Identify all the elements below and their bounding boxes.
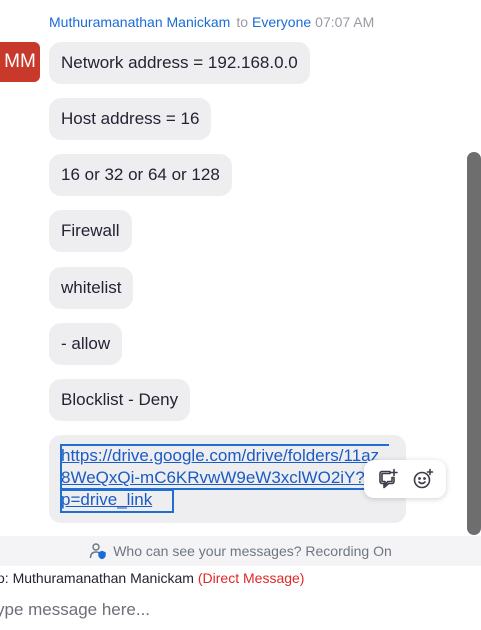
to-word: to: [236, 14, 248, 30]
recipient-name[interactable]: Everyone: [252, 14, 311, 30]
avatar[interactable]: MM: [0, 42, 40, 82]
message-bubble[interactable]: 16 or 32 or 64 or 128: [49, 154, 232, 196]
recipient-line: o: Muthuramanathan Manickam (Direct Messa…: [0, 570, 304, 586]
message-bubble[interactable]: - allow: [49, 323, 123, 365]
message-header: Muthuramanathan Manickam to Everyone 07:07 …: [49, 14, 374, 30]
chat-scrollbar[interactable]: [467, 152, 481, 535]
to-recipient[interactable]: Muthuramanathan Manickam: [13, 570, 194, 586]
privacy-bar[interactable]: Who can see your messages? Recording On: [0, 536, 481, 566]
chat-area: Muthuramanathan Manickam to Everyone 07:07 …: [0, 0, 481, 536]
user-privacy-icon: [89, 542, 107, 560]
message-bubble[interactable]: Host address = 16: [49, 98, 212, 140]
message-hover-actions: [364, 460, 446, 498]
direct-message-label: (Direct Message): [197, 570, 305, 586]
message-input[interactable]: [0, 598, 456, 622]
message-bubble[interactable]: Firewall: [49, 210, 132, 252]
reply-thread-icon[interactable]: [374, 465, 402, 493]
message-bubble[interactable]: Network address = 192.168.0.0: [49, 42, 310, 84]
message-time: 07:07 AM: [315, 14, 375, 30]
add-reaction-icon[interactable]: [409, 465, 437, 493]
message-bubble[interactable]: whitelist: [49, 267, 134, 309]
privacy-text: Who can see your messages? Recording On: [113, 543, 392, 559]
link-message-bubble[interactable]: https://drive.google.com/drive/folders/1…: [49, 435, 406, 523]
sender-name[interactable]: Muthuramanathan Manickam: [49, 14, 230, 30]
drive-link[interactable]: https://drive.google.com/drive/folders/1…: [61, 445, 391, 511]
to-label: o:: [0, 570, 9, 586]
message-bubble[interactable]: Blocklist - Deny: [49, 379, 191, 421]
